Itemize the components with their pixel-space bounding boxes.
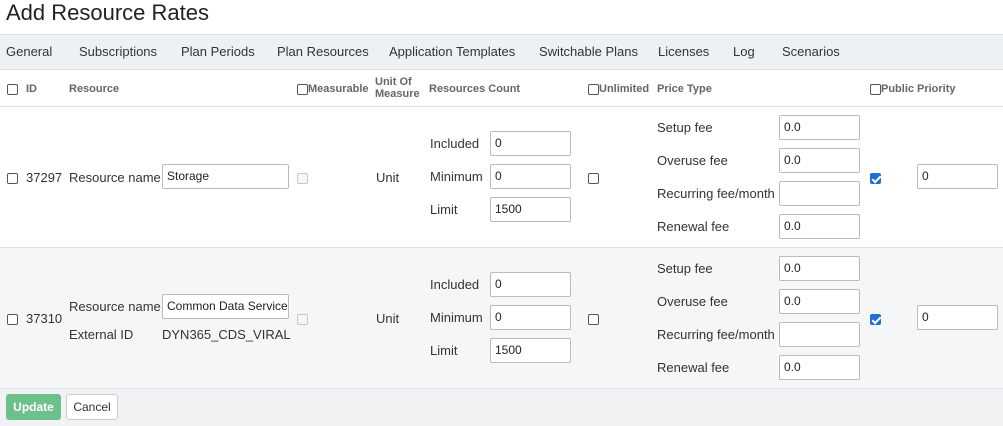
header-unlimited: Unlimited (599, 83, 650, 95)
tab-general[interactable]: General (6, 35, 52, 69)
setup-fee-label: Setup fee (657, 120, 713, 135)
header-price-type: Price Type (657, 83, 712, 95)
included-label: Included (430, 277, 480, 292)
limit-label: Limit (430, 202, 458, 217)
row-select-checkbox[interactable] (7, 314, 18, 325)
priority-input[interactable]: 0 (917, 164, 998, 189)
public-all-checkbox[interactable] (870, 84, 881, 95)
renewal-fee-input[interactable]: 0.0 (779, 355, 860, 380)
minimum-input[interactable]: 0 (490, 305, 571, 330)
tab-bar: General Subscriptions Plan Periods Plan … (0, 34, 1003, 70)
tab-subscriptions[interactable]: Subscriptions (79, 35, 157, 69)
recurring-fee-label: Recurring fee/month (657, 186, 775, 201)
header-id: ID (26, 83, 37, 95)
tab-log[interactable]: Log (733, 35, 755, 69)
header-resource: Resource (69, 83, 120, 95)
included-label: Included (430, 136, 480, 151)
unlimited-all-checkbox[interactable] (588, 84, 599, 95)
table-row: 37297 Resource name Storage Unit Include… (0, 107, 1003, 248)
header-resources-count: Resources Count (429, 83, 521, 95)
unit-of-measure-value: Unit (376, 170, 400, 185)
minimum-label: Minimum (430, 310, 483, 325)
included-input[interactable]: 0 (490, 131, 571, 156)
setup-fee-label: Setup fee (657, 261, 713, 276)
minimum-label: Minimum (430, 169, 483, 184)
renewal-fee-input[interactable]: 0.0 (779, 214, 860, 239)
update-button[interactable]: Update (6, 394, 61, 420)
resource-name-input[interactable]: Common Data Service (162, 294, 289, 319)
table-row: 37310 Resource name Common Data Service … (0, 248, 1003, 389)
overuse-fee-label: Overuse fee (657, 294, 728, 309)
table-header: ID Resource Measurable Unit Of Measure R… (0, 70, 1003, 107)
header-priority: Priority (917, 83, 956, 95)
resource-name-label: Resource name (69, 170, 161, 185)
setup-fee-input[interactable]: 0.0 (779, 115, 860, 140)
unlimited-checkbox[interactable] (588, 173, 599, 184)
minimum-input[interactable]: 0 (490, 164, 571, 189)
renewal-fee-label: Renewal fee (657, 360, 730, 375)
measurable-all-checkbox[interactable] (297, 84, 308, 95)
cancel-button[interactable]: Cancel (66, 394, 118, 420)
tab-scenarios[interactable]: Scenarios (782, 35, 840, 69)
select-all-checkbox[interactable] (7, 84, 18, 95)
priority-input[interactable]: 0 (917, 305, 998, 330)
page-title: Add Resource Rates (6, 0, 209, 25)
measurable-checkbox (297, 173, 308, 184)
tab-licenses[interactable]: Licenses (658, 35, 709, 69)
limit-input[interactable]: 1500 (490, 338, 571, 363)
external-id-value: DYN365_CDS_VIRAL (162, 327, 291, 342)
row-id: 37297 (26, 170, 63, 185)
external-id-label: External ID (69, 327, 134, 342)
overuse-fee-label: Overuse fee (657, 153, 728, 168)
unit-of-measure-value: Unit (376, 311, 400, 326)
limit-input[interactable]: 1500 (490, 197, 571, 222)
tab-plan-resources[interactable]: Plan Resources (277, 35, 369, 69)
form-footer: Update Cancel (0, 389, 1003, 426)
overuse-fee-input[interactable]: 0.0 (779, 289, 860, 314)
overuse-fee-input[interactable]: 0.0 (779, 148, 860, 173)
tab-plan-periods[interactable]: Plan Periods (181, 35, 255, 69)
recurring-fee-input[interactable] (779, 322, 860, 347)
header-unit-of-measure: Unit Of Measure (375, 76, 420, 100)
setup-fee-input[interactable]: 0.0 (779, 256, 860, 281)
resource-name-label: Resource name (69, 299, 161, 314)
unlimited-checkbox[interactable] (588, 314, 599, 325)
tab-application-templates[interactable]: Application Templates (389, 35, 515, 69)
limit-label: Limit (430, 343, 458, 358)
included-input[interactable]: 0 (490, 272, 571, 297)
header-public: Public (881, 83, 915, 95)
renewal-fee-label: Renewal fee (657, 219, 730, 234)
resource-name-input[interactable]: Storage (162, 164, 289, 189)
tab-switchable-plans[interactable]: Switchable Plans (539, 35, 638, 69)
row-select-checkbox[interactable] (7, 173, 18, 184)
header-measurable: Measurable (308, 83, 369, 95)
public-checkbox[interactable] (870, 173, 881, 184)
public-checkbox[interactable] (870, 314, 881, 325)
measurable-checkbox (297, 314, 308, 325)
recurring-fee-label: Recurring fee/month (657, 327, 775, 342)
recurring-fee-input[interactable] (779, 181, 860, 206)
row-id: 37310 (26, 311, 63, 326)
